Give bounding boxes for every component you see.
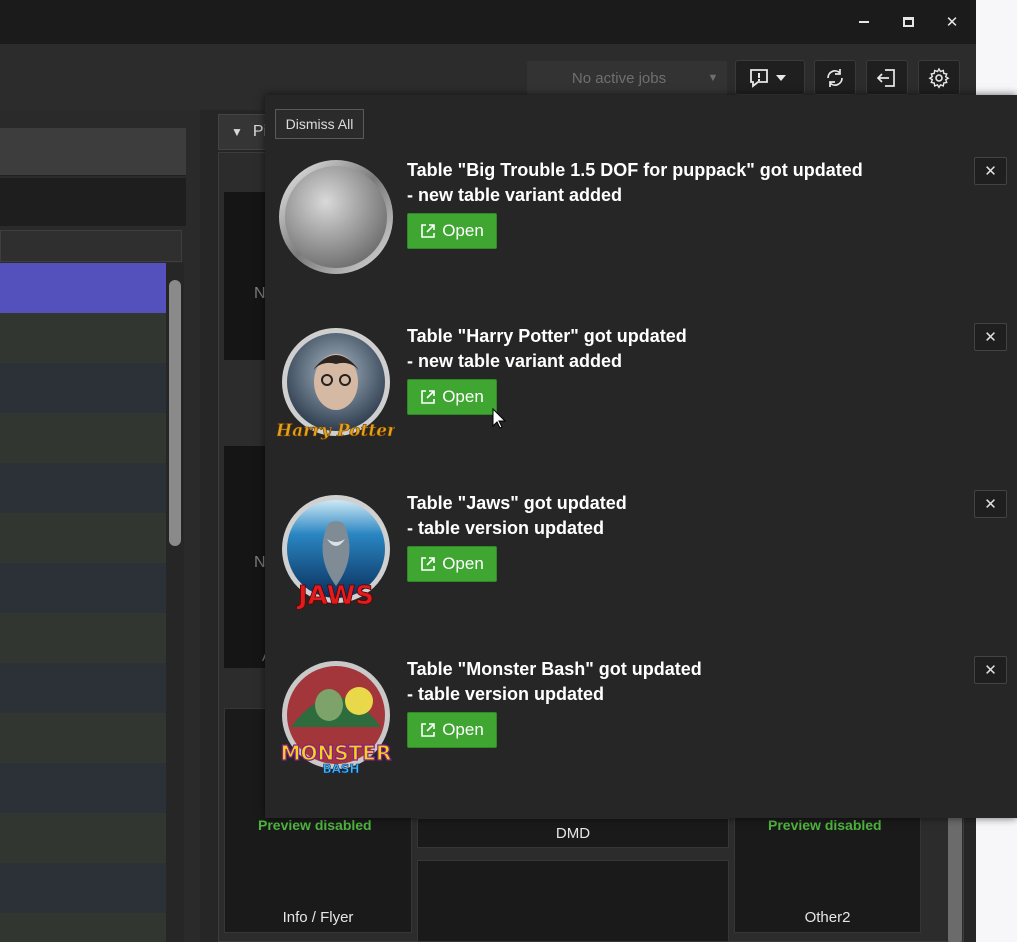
notification-title: Table "Harry Potter" got updated (407, 326, 687, 346)
notification-title: Table "Big Trouble 1.5 DOF for puppack" … (407, 160, 863, 180)
list-item[interactable] (0, 363, 166, 413)
logo-text: Harry Potter (277, 421, 395, 441)
notification-title: Table "Jaws" got updated (407, 493, 627, 513)
logo-text: JAWS (296, 581, 374, 609)
title-bar: ✕ (0, 0, 976, 44)
jaws-logo: JAWS (282, 495, 390, 609)
list-item[interactable] (0, 663, 166, 713)
mouse-pointer-icon (492, 408, 506, 429)
notification-title: Table "Monster Bash" got updated (407, 659, 702, 679)
notification-detail: - new table variant added (407, 351, 623, 371)
close-icon: ✕ (984, 496, 997, 513)
jobs-dropdown[interactable]: No active jobs ▼ (527, 61, 727, 95)
logout-button[interactable] (866, 60, 908, 95)
harry-potter-logo: Harry Potter (277, 328, 395, 441)
settings-button[interactable] (918, 60, 960, 95)
notifications-button[interactable] (735, 60, 805, 95)
minimize-button[interactable] (842, 0, 886, 44)
list-item[interactable] (0, 763, 166, 813)
notification-text: Table "Jaws" got updated - table version… (407, 491, 967, 541)
notification-text: Table "Big Trouble 1.5 DOF for puppack" … (407, 158, 967, 208)
notification-detail: - table version updated (407, 684, 605, 704)
message-alert-icon (750, 68, 786, 88)
gear-icon (928, 67, 950, 89)
maximize-button[interactable] (886, 0, 930, 44)
blank-disc-icon (279, 160, 393, 274)
list-filter-bar[interactable] (0, 128, 186, 176)
preview-scrollbar[interactable] (948, 815, 962, 942)
dismiss-notification-button[interactable]: ✕ (974, 323, 1007, 351)
partial-text: N (254, 554, 266, 571)
list-item[interactable] (0, 413, 166, 463)
dismiss-notification-button[interactable]: ✕ (974, 656, 1007, 684)
chevron-down-icon: ▼ (707, 72, 719, 84)
jobs-label: No active jobs (571, 69, 667, 87)
list-item[interactable] (0, 263, 166, 313)
dmd-label: DMD (555, 825, 591, 842)
close-icon: ✕ (984, 329, 997, 346)
logo-text-2: BASH (322, 762, 359, 775)
list-scrollbar-thumb[interactable] (169, 280, 181, 546)
other2-label: Other2 (804, 909, 851, 926)
list-item[interactable] (0, 563, 166, 613)
external-link-icon (421, 723, 436, 737)
close-window-button[interactable]: ✕ (930, 0, 974, 44)
notification-detail: - new table variant added (407, 185, 623, 205)
notification-item: MONSTER BASH Table "Monster Bash" got up… (265, 656, 1017, 817)
open-button[interactable]: Open (407, 213, 497, 249)
notification-detail: - table version updated (407, 518, 605, 538)
open-button[interactable]: Open (407, 379, 497, 415)
dismiss-notification-button[interactable]: ✕ (974, 490, 1007, 518)
dismiss-all-button[interactable]: Dismiss All (275, 109, 364, 139)
open-button-label: Open (442, 387, 484, 406)
notification-item: JAWS Table "Jaws" got updated - table ve… (265, 490, 1017, 651)
close-icon: ✕ (984, 163, 997, 180)
close-icon: ✕ (945, 14, 959, 31)
external-link-icon (421, 390, 436, 404)
triangle-down-icon: ▼ (231, 125, 243, 139)
preview-slot (417, 860, 729, 942)
list-item[interactable] (0, 713, 166, 763)
external-link-icon (421, 557, 436, 571)
close-icon: ✕ (984, 662, 997, 679)
open-button[interactable]: Open (407, 546, 497, 582)
preview-disabled-text: Preview disabled (768, 817, 882, 833)
info-flyer-label: Info / Flyer (282, 909, 354, 926)
list-item[interactable] (0, 863, 166, 913)
notification-text: Table "Harry Potter" got updated - new t… (407, 324, 967, 374)
logout-icon (876, 68, 895, 87)
open-button-label: Open (442, 554, 484, 573)
monster-bash-logo: MONSTER BASH (280, 661, 392, 775)
preview-slot (224, 192, 268, 360)
notification-text: Table "Monster Bash" got updated - table… (407, 657, 967, 707)
open-button-label: Open (442, 720, 484, 739)
preview-disabled-text: Preview disabled (258, 817, 372, 833)
list-item[interactable] (0, 913, 166, 942)
list-toolbar (0, 178, 186, 226)
dmd-panel: DMD (417, 818, 729, 848)
partial-text: N (254, 285, 266, 302)
dismiss-notification-button[interactable]: ✕ (974, 157, 1007, 185)
sync-button[interactable] (814, 60, 856, 95)
list-item[interactable] (0, 463, 166, 513)
open-button[interactable]: Open (407, 712, 497, 748)
notification-item: Table "Big Trouble 1.5 DOF for puppack" … (265, 157, 1017, 318)
table-list (0, 263, 166, 942)
maximize-icon (902, 17, 914, 27)
sync-icon (827, 68, 843, 87)
list-item[interactable] (0, 313, 166, 363)
notification-item: Harry Potter Table "Harry Potter" got up… (265, 323, 1017, 484)
external-link-icon (421, 224, 436, 238)
list-item[interactable] (0, 513, 166, 563)
list-item[interactable] (0, 613, 166, 663)
list-item[interactable] (0, 813, 166, 863)
list-column-header[interactable] (0, 230, 182, 262)
open-button-label: Open (442, 221, 484, 240)
minimize-icon (859, 21, 869, 23)
